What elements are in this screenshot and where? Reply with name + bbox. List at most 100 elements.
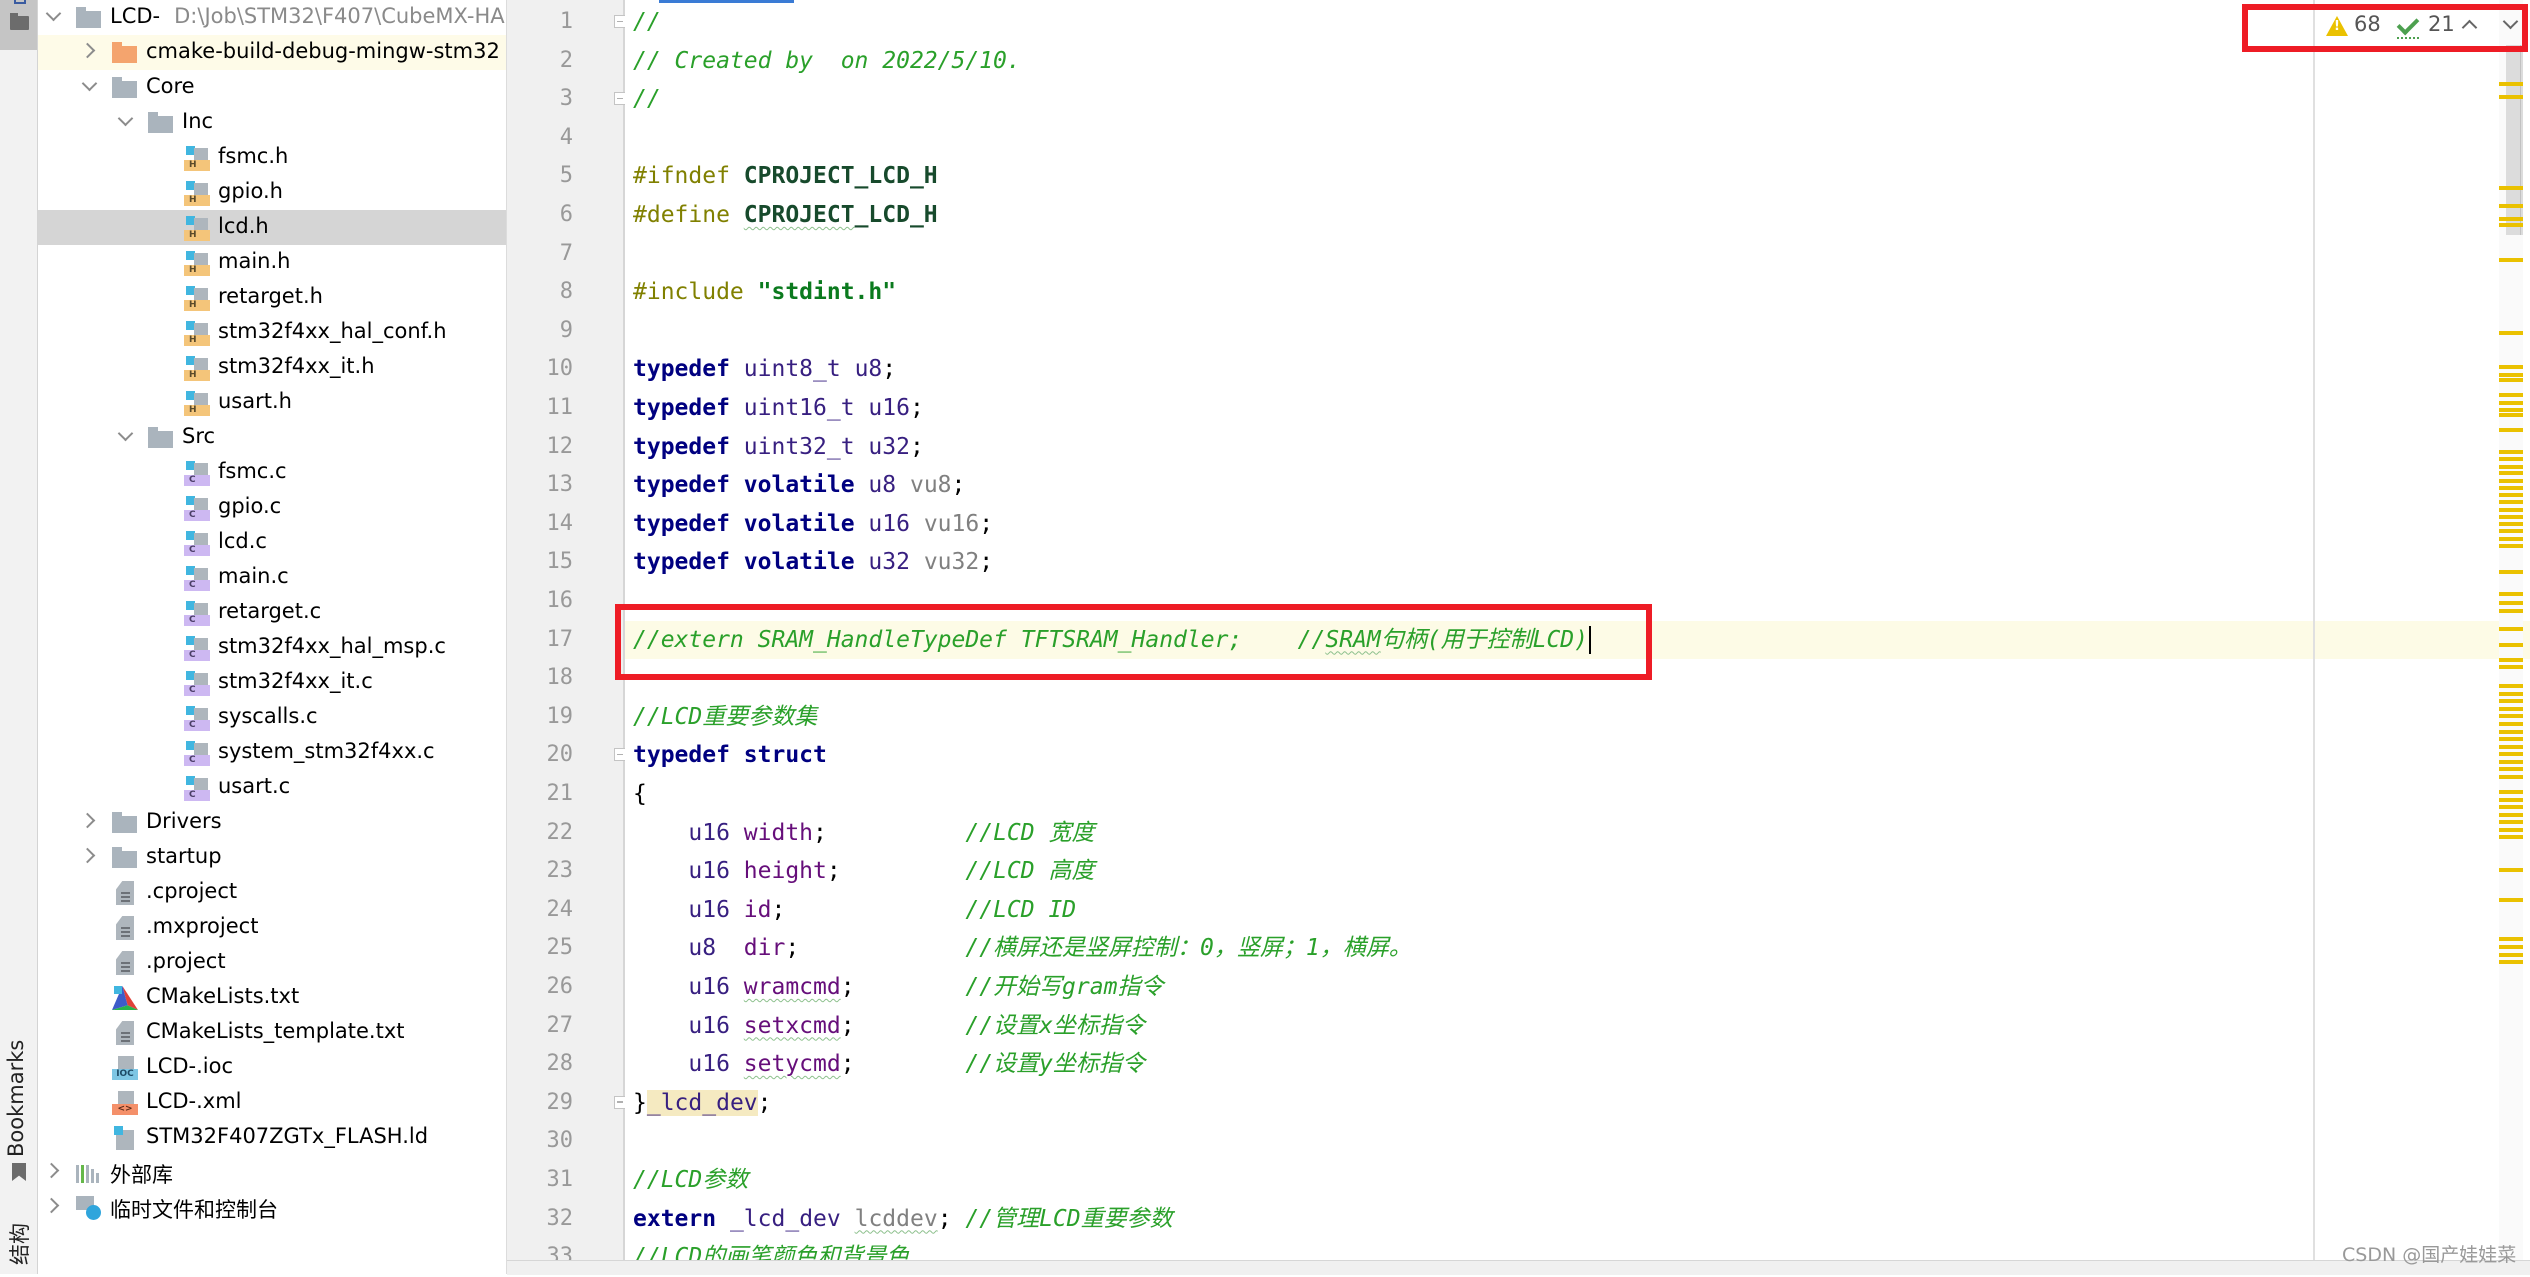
chevron-down-icon[interactable] (118, 113, 132, 127)
tree-item[interactable]: IOC LCD-.ioc (38, 1050, 506, 1085)
chevron-right-icon[interactable] (82, 43, 96, 57)
warning-stripe-mark[interactable] (2499, 216, 2523, 221)
tree-item[interactable]: Cusart.c (38, 770, 506, 805)
warning-stripe-mark[interactable] (2499, 331, 2523, 336)
code-line[interactable]: extern _lcd_dev lcddev; //管理LCD重要参数 (625, 1200, 2530, 1239)
code-line[interactable] (625, 235, 2530, 274)
warning-stripe-mark[interactable] (2499, 471, 2523, 476)
warning-stripe-mark[interactable] (2499, 827, 2523, 832)
warning-stripe-mark[interactable] (2499, 378, 2523, 382)
code-line[interactable] (625, 119, 2530, 158)
code-line[interactable]: u16 setxcmd; //设置x坐标指令 (625, 1007, 2530, 1046)
code-line[interactable]: typedef volatile u32 vu32; (625, 543, 2530, 582)
code-line[interactable] (625, 312, 2530, 351)
warning-stripe-mark[interactable] (2499, 642, 2523, 647)
tree-item[interactable]: Husart.h (38, 385, 506, 420)
code-line[interactable]: #include "stdint.h" (625, 273, 2530, 312)
warning-stripe-mark[interactable] (2499, 952, 2523, 957)
warning-stripe-mark[interactable] (2499, 744, 2523, 749)
warning-stripe-mark[interactable] (2499, 627, 2523, 632)
warning-stripe-mark[interactable] (2499, 544, 2523, 549)
warning-stripe-mark[interactable] (2499, 393, 2523, 398)
tree-item[interactable]: Csyscalls.c (38, 700, 506, 735)
warning-stripe-mark[interactable] (2499, 449, 2523, 454)
warning-stripe-mark[interactable] (2499, 186, 2523, 191)
warning-stripe-mark[interactable] (2499, 608, 2523, 613)
warning-stripe-mark[interactable] (2499, 408, 2523, 413)
chevron-down-icon[interactable] (118, 428, 132, 442)
warning-stripe-mark[interactable] (2499, 945, 2523, 949)
warning-stripe-mark[interactable] (2499, 204, 2523, 209)
warning-stripe-mark[interactable] (2499, 464, 2523, 469)
tree-item[interactable]: Drivers (38, 805, 506, 840)
tree-item[interactable]: startup (38, 840, 506, 875)
tree-item[interactable]: Inc (38, 105, 506, 140)
warning-stripe-mark[interactable] (2499, 960, 2523, 965)
warning-stripe-mark[interactable] (2499, 691, 2523, 696)
warning-stripe-mark[interactable] (2499, 665, 2523, 670)
bookmark-icon[interactable] (12, 1163, 26, 1181)
warning-stripe-mark[interactable] (2499, 592, 2523, 597)
warning-stripe-mark[interactable] (2499, 492, 2523, 497)
tree-item[interactable]: Clcd.c (38, 525, 506, 560)
warning-stripe-mark[interactable] (2499, 223, 2523, 228)
code-line[interactable]: u8 dir; //横屏还是竖屏控制：0，竖屏；1，横屏。 (625, 929, 2530, 968)
warning-stripe-mark[interactable] (2499, 706, 2523, 711)
warning-stripe-mark[interactable] (2499, 797, 2523, 802)
warning-stripe-mark[interactable] (2499, 737, 2523, 742)
tree-item[interactable]: Hmain.h (38, 245, 506, 280)
chevron-right-icon[interactable] (46, 1163, 60, 1177)
warning-stripe-mark[interactable] (2499, 729, 2523, 734)
warning-stripe-mark[interactable] (2499, 812, 2523, 817)
warning-stripe-mark[interactable] (2499, 486, 2523, 491)
tree-item[interactable]: Csystem_stm32f4xx.c (38, 735, 506, 770)
code-line[interactable]: typedef uint16_t u16; (625, 389, 2530, 428)
code-line[interactable]: #define CPROJECT_LCD_H (625, 196, 2530, 235)
project-tool-button[interactable] (0, 0, 37, 50)
code-line[interactable]: #ifndef CPROJECT_LCD_H (625, 157, 2530, 196)
bookmarks-tool-button[interactable]: Bookmarks (4, 1040, 28, 1157)
tree-item[interactable]: Core (38, 70, 506, 105)
horizontal-scrollbar[interactable] (507, 1260, 2530, 1275)
warning-stripe-mark[interactable] (2499, 515, 2523, 520)
tree-item[interactable]: Hfsmc.h (38, 140, 506, 175)
warning-stripe-mark[interactable] (2499, 569, 2523, 574)
warning-stripe-mark[interactable] (2499, 937, 2523, 942)
tree-item[interactable]: cmake-build-debug-mingw-stm32 (38, 35, 506, 70)
code-line[interactable]: // (625, 80, 2530, 119)
warning-stripe-mark[interactable] (2499, 536, 2523, 541)
code-line[interactable]: typedef uint8_t u8; (625, 350, 2530, 389)
code-line[interactable] (625, 1122, 2530, 1161)
structure-tool-button[interactable]: 结构 (4, 1223, 34, 1265)
code-line[interactable]: typedef volatile u8 vu8; (625, 466, 2530, 505)
code-line[interactable]: typedef struct (625, 736, 2530, 775)
warning-stripe-mark[interactable] (2499, 759, 2523, 764)
code-line[interactable]: typedef uint32_t u32; (625, 428, 2530, 467)
warning-stripe-mark[interactable] (2499, 428, 2523, 433)
chevron-down-icon[interactable] (46, 8, 60, 22)
warning-stripe-mark[interactable] (2499, 372, 2523, 377)
code-line[interactable]: u16 width; //LCD 宽度 (625, 814, 2530, 853)
code-line[interactable]: u16 id; //LCD ID (625, 891, 2530, 930)
warning-stripe-mark[interactable] (2499, 365, 2523, 370)
tree-item[interactable]: LCD- D:\Job\STM32\F407\CubeMX-HA (38, 0, 506, 35)
tree-item[interactable]: STM32F407ZGTx_FLASH.ld (38, 1120, 506, 1155)
warning-stripe-mark[interactable] (2499, 835, 2523, 840)
tree-item[interactable]: .cproject (38, 875, 506, 910)
warning-stripe-mark[interactable] (2499, 714, 2523, 719)
warning-stripe-mark[interactable] (2499, 774, 2523, 779)
tree-item[interactable]: .mxproject (38, 910, 506, 945)
tree-item[interactable]: CMakeLists.txt (38, 980, 506, 1015)
code-line[interactable]: //LCD参数 (625, 1161, 2530, 1200)
warning-stripe-mark[interactable] (2499, 721, 2523, 726)
tree-item[interactable]: CMakeLists_template.txt (38, 1015, 506, 1050)
warning-stripe-mark[interactable] (2499, 507, 2523, 512)
tree-item[interactable]: Cstm32f4xx_it.c (38, 665, 506, 700)
tree-item[interactable]: Hlcd.h (38, 210, 506, 245)
warning-stripe-mark[interactable] (2499, 657, 2523, 662)
code-line[interactable]: u16 height; //LCD 高度 (625, 852, 2530, 891)
warning-stripe-mark[interactable] (2499, 898, 2523, 903)
tree-item[interactable]: 临时文件和控制台 (38, 1190, 506, 1225)
code-line[interactable]: //LCD重要参数集 (625, 698, 2530, 737)
tree-item[interactable]: Cfsmc.c (38, 455, 506, 490)
